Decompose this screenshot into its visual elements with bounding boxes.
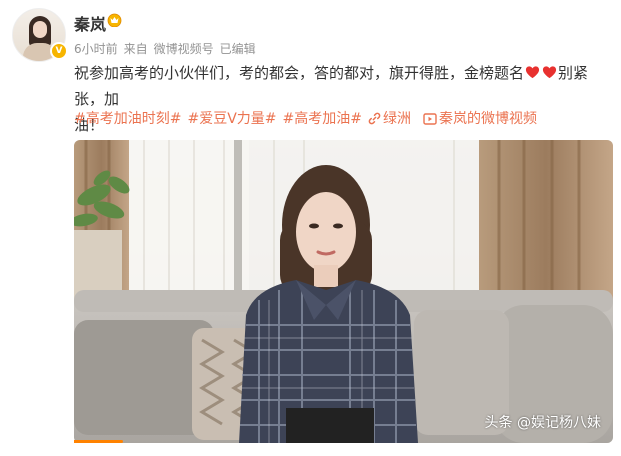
- topic-tag[interactable]: #爱豆V力量#: [187, 111, 276, 127]
- edited-label: 已编辑: [219, 42, 256, 56]
- vip-crown-icon[interactable]: [107, 13, 122, 27]
- video-link[interactable]: 秦岚的微博视频: [423, 111, 543, 127]
- location-link[interactable]: 绿洲: [368, 111, 417, 127]
- tag-row: #高考加油时刻# #爱豆V力量# #高考加油# 绿洲 秦岚的微博视频: [74, 108, 549, 128]
- video-frame: [74, 140, 613, 443]
- post-time[interactable]: 6小时前: [74, 42, 118, 56]
- video-progress-bar[interactable]: [74, 440, 123, 443]
- author-name[interactable]: 秦岚: [74, 11, 106, 35]
- topic-tag[interactable]: #高考加油#: [283, 111, 362, 127]
- red-heart-icon: [542, 66, 557, 79]
- post-text-line1: 祝参加高考的小伙伴们，考的都会，答的都对，旗开得胜，金榜题名: [74, 64, 525, 82]
- link-icon: [368, 112, 381, 125]
- video-player[interactable]: 头条 @娱记杨八妹: [74, 140, 613, 443]
- topic-tag[interactable]: #高考加油时刻#: [74, 111, 181, 127]
- verified-v-icon: V: [50, 42, 68, 60]
- source-prefix: 来自: [123, 42, 148, 56]
- red-heart-icon: [525, 66, 540, 79]
- post-meta: 6小时前 来自 微博视频号 已编辑: [74, 40, 262, 57]
- post-source[interactable]: 微博视频号: [154, 42, 214, 56]
- video-icon: [423, 113, 437, 125]
- watermark: 头条 @娱记杨八妹: [484, 415, 601, 431]
